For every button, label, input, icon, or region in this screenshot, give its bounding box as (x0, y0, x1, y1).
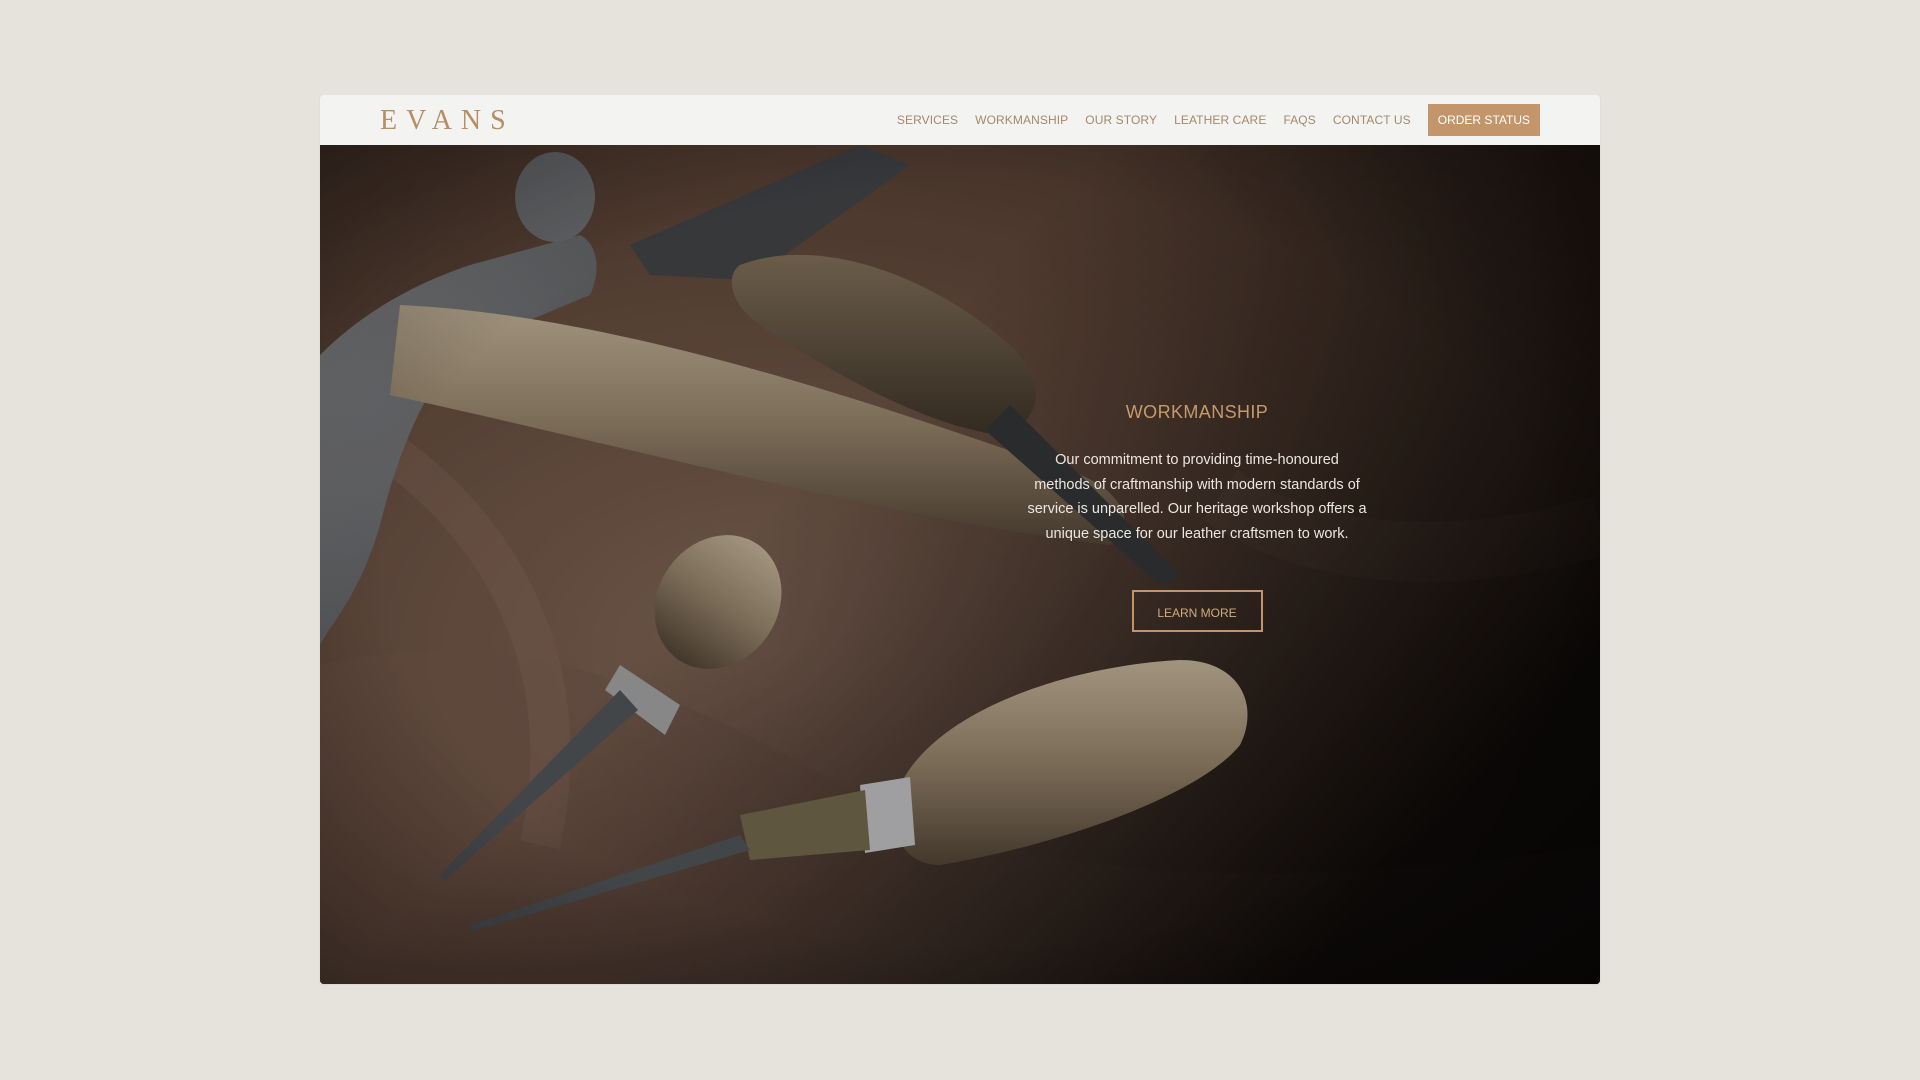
brand-logo[interactable]: EVANS (380, 101, 515, 141)
header-navbar: EVANS SERVICES WORKMANSHIP OUR STORY LEA… (320, 95, 1600, 145)
website-window: EVANS SERVICES WORKMANSHIP OUR STORY LEA… (320, 95, 1600, 984)
nav-link-our-story[interactable]: OUR STORY (1085, 113, 1157, 127)
nav-link-faqs[interactable]: FAQS (1283, 113, 1315, 127)
nav-link-workmanship[interactable]: WORKMANSHIP (975, 113, 1068, 127)
order-status-button[interactable]: ORDER STATUS (1427, 104, 1540, 136)
hero-heading: WORKMANSHIP (1125, 402, 1269, 422)
main-nav: SERVICES WORKMANSHIP OUR STORY LEATHER C… (897, 104, 1540, 136)
nav-link-leather-care[interactable]: LEATHER CARE (1174, 113, 1266, 127)
hero-description: Our commitment to providing time-honoure… (1027, 452, 1367, 542)
nav-link-services[interactable]: SERVICES (897, 113, 958, 127)
learn-more-button[interactable]: LEARN MORE (1131, 590, 1263, 632)
hero-image-leather-tools (320, 145, 1600, 984)
hero-content: WORKMANSHIP Our commitment to providing … (997, 400, 1397, 632)
nav-link-contact-us[interactable]: CONTACT US (1333, 113, 1411, 127)
hero-section: WORKMANSHIP Our commitment to providing … (320, 145, 1600, 984)
